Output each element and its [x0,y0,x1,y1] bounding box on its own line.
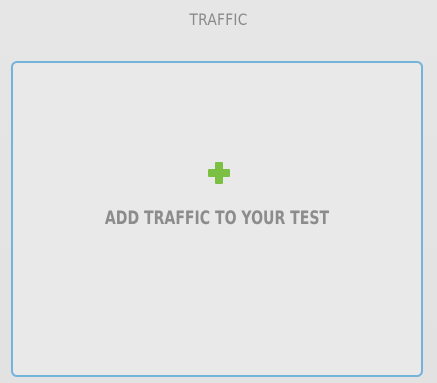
section-title: TRAFFIC [189,10,248,29]
plus-icon [208,162,230,184]
add-traffic-label: ADD TRAFFIC TO YOUR TEST [104,207,330,229]
traffic-panel: TRAFFIC ADD TRAFFIC TO YOUR TEST [0,0,437,383]
add-traffic-card[interactable]: ADD TRAFFIC TO YOUR TEST [11,61,423,377]
